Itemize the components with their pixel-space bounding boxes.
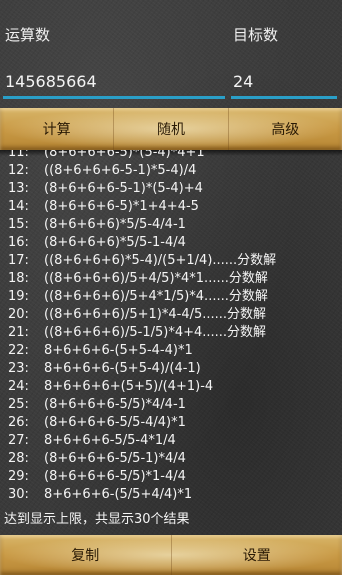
expression-input[interactable] — [5, 66, 220, 96]
result-index: 29: — [8, 469, 29, 484]
settings-button[interactable]: 设置 — [172, 535, 342, 575]
input-area: 运算数 目标数 — [0, 0, 342, 108]
result-index: 20: — [8, 307, 29, 322]
result-index: 27: — [8, 433, 29, 448]
result-index: 14: — [8, 199, 29, 214]
result-expression: (8+6+6+6-5/5)*4/4-1 — [44, 397, 186, 412]
result-index: 19: — [8, 289, 29, 304]
result-expression: (8+6+6+6-5/5)*1-4/4 — [44, 469, 186, 484]
result-expression: ((8+6+6+6)/5+4/5)*4*1......分数解 — [44, 271, 268, 286]
expression-input-underline — [3, 96, 225, 99]
result-expression: ((8+6+6+6)/5-1/5)*4+4......分数解 — [44, 325, 267, 340]
result-expression: 8+6+6+6-(5/5+4/4)*1 — [44, 487, 193, 502]
result-expression: (8+6+6+6-5)*1+4+4-5 — [44, 199, 199, 214]
result-index: 26: — [8, 415, 29, 430]
result-expression: 8+6+6+6-5/5-4*1/4 — [44, 433, 176, 448]
result-expression: ((8+6+6+6-5-1)*5-4)/4 — [44, 163, 197, 178]
result-index: 22: — [8, 343, 29, 358]
result-expression: ((8+6+6+6)/5+1)*4-4/5......分数解 — [44, 307, 267, 322]
result-expression: (8+6+6+6-5-1)*(5-4)+4 — [44, 181, 203, 196]
expression-label: 运算数 — [5, 26, 51, 44]
action-toolbar: 计算 随机 高级 — [0, 108, 342, 156]
result-index: 12: — [8, 163, 29, 178]
result-index: 23: — [8, 361, 29, 376]
result-expression: ((8+6+6+6)*5-4)/(5+1/4)......分数解 — [44, 253, 277, 268]
result-index: 13: — [8, 181, 29, 196]
result-expression: 8+6+6+6-(5+5-4-4)*1 — [44, 343, 193, 358]
result-expression: 8+6+6+6-(5+5-4)/(4-1) — [44, 361, 201, 376]
result-index: 21: — [8, 325, 29, 340]
result-index: 11: — [8, 150, 29, 160]
target-label: 目标数 — [233, 26, 279, 44]
bottom-toolbar: 复制 设置 — [0, 535, 342, 575]
calculate-button[interactable]: 计算 — [0, 108, 115, 150]
result-index: 30: — [8, 487, 29, 502]
result-index: 17: — [8, 253, 29, 268]
result-index: 18: — [8, 271, 29, 286]
result-index: 24: — [8, 379, 29, 394]
result-summary: 达到显示上限，共显示30个结果 — [4, 512, 190, 527]
result-index: 15: — [8, 217, 29, 232]
target-input-underline — [231, 96, 337, 99]
results-list[interactable]: 达到显示上限，共显示30个结果 11: (8+6+6+6-5)*(5-4)*4+1… — [0, 150, 342, 535]
result-expression: 8+6+6+6+(5+5)/(4+1)-4 — [44, 379, 214, 394]
copy-button[interactable]: 复制 — [0, 535, 172, 575]
result-expression: (8+6+6+6-5/5-1)*4/4 — [44, 451, 186, 466]
target-input[interactable] — [233, 66, 333, 96]
result-expression: ((8+6+6+6)/5+4*1/5)*4......分数解 — [44, 289, 268, 304]
result-expression: (8+6+6+6-5/5-4/4)*1 — [44, 415, 186, 430]
result-expression: (8+6+6+6-5)*(5-4)*4+1 — [44, 150, 205, 160]
result-expression: (8+6+6+6)*5/5-1-4/4 — [44, 235, 186, 250]
advanced-button[interactable]: 高级 — [229, 108, 342, 150]
random-button[interactable]: 随机 — [114, 108, 229, 150]
result-index: 16: — [8, 235, 29, 250]
result-index: 28: — [8, 451, 29, 466]
result-expression: (8+6+6+6)*5/5-4/4-1 — [44, 217, 186, 232]
result-index: 25: — [8, 397, 29, 412]
